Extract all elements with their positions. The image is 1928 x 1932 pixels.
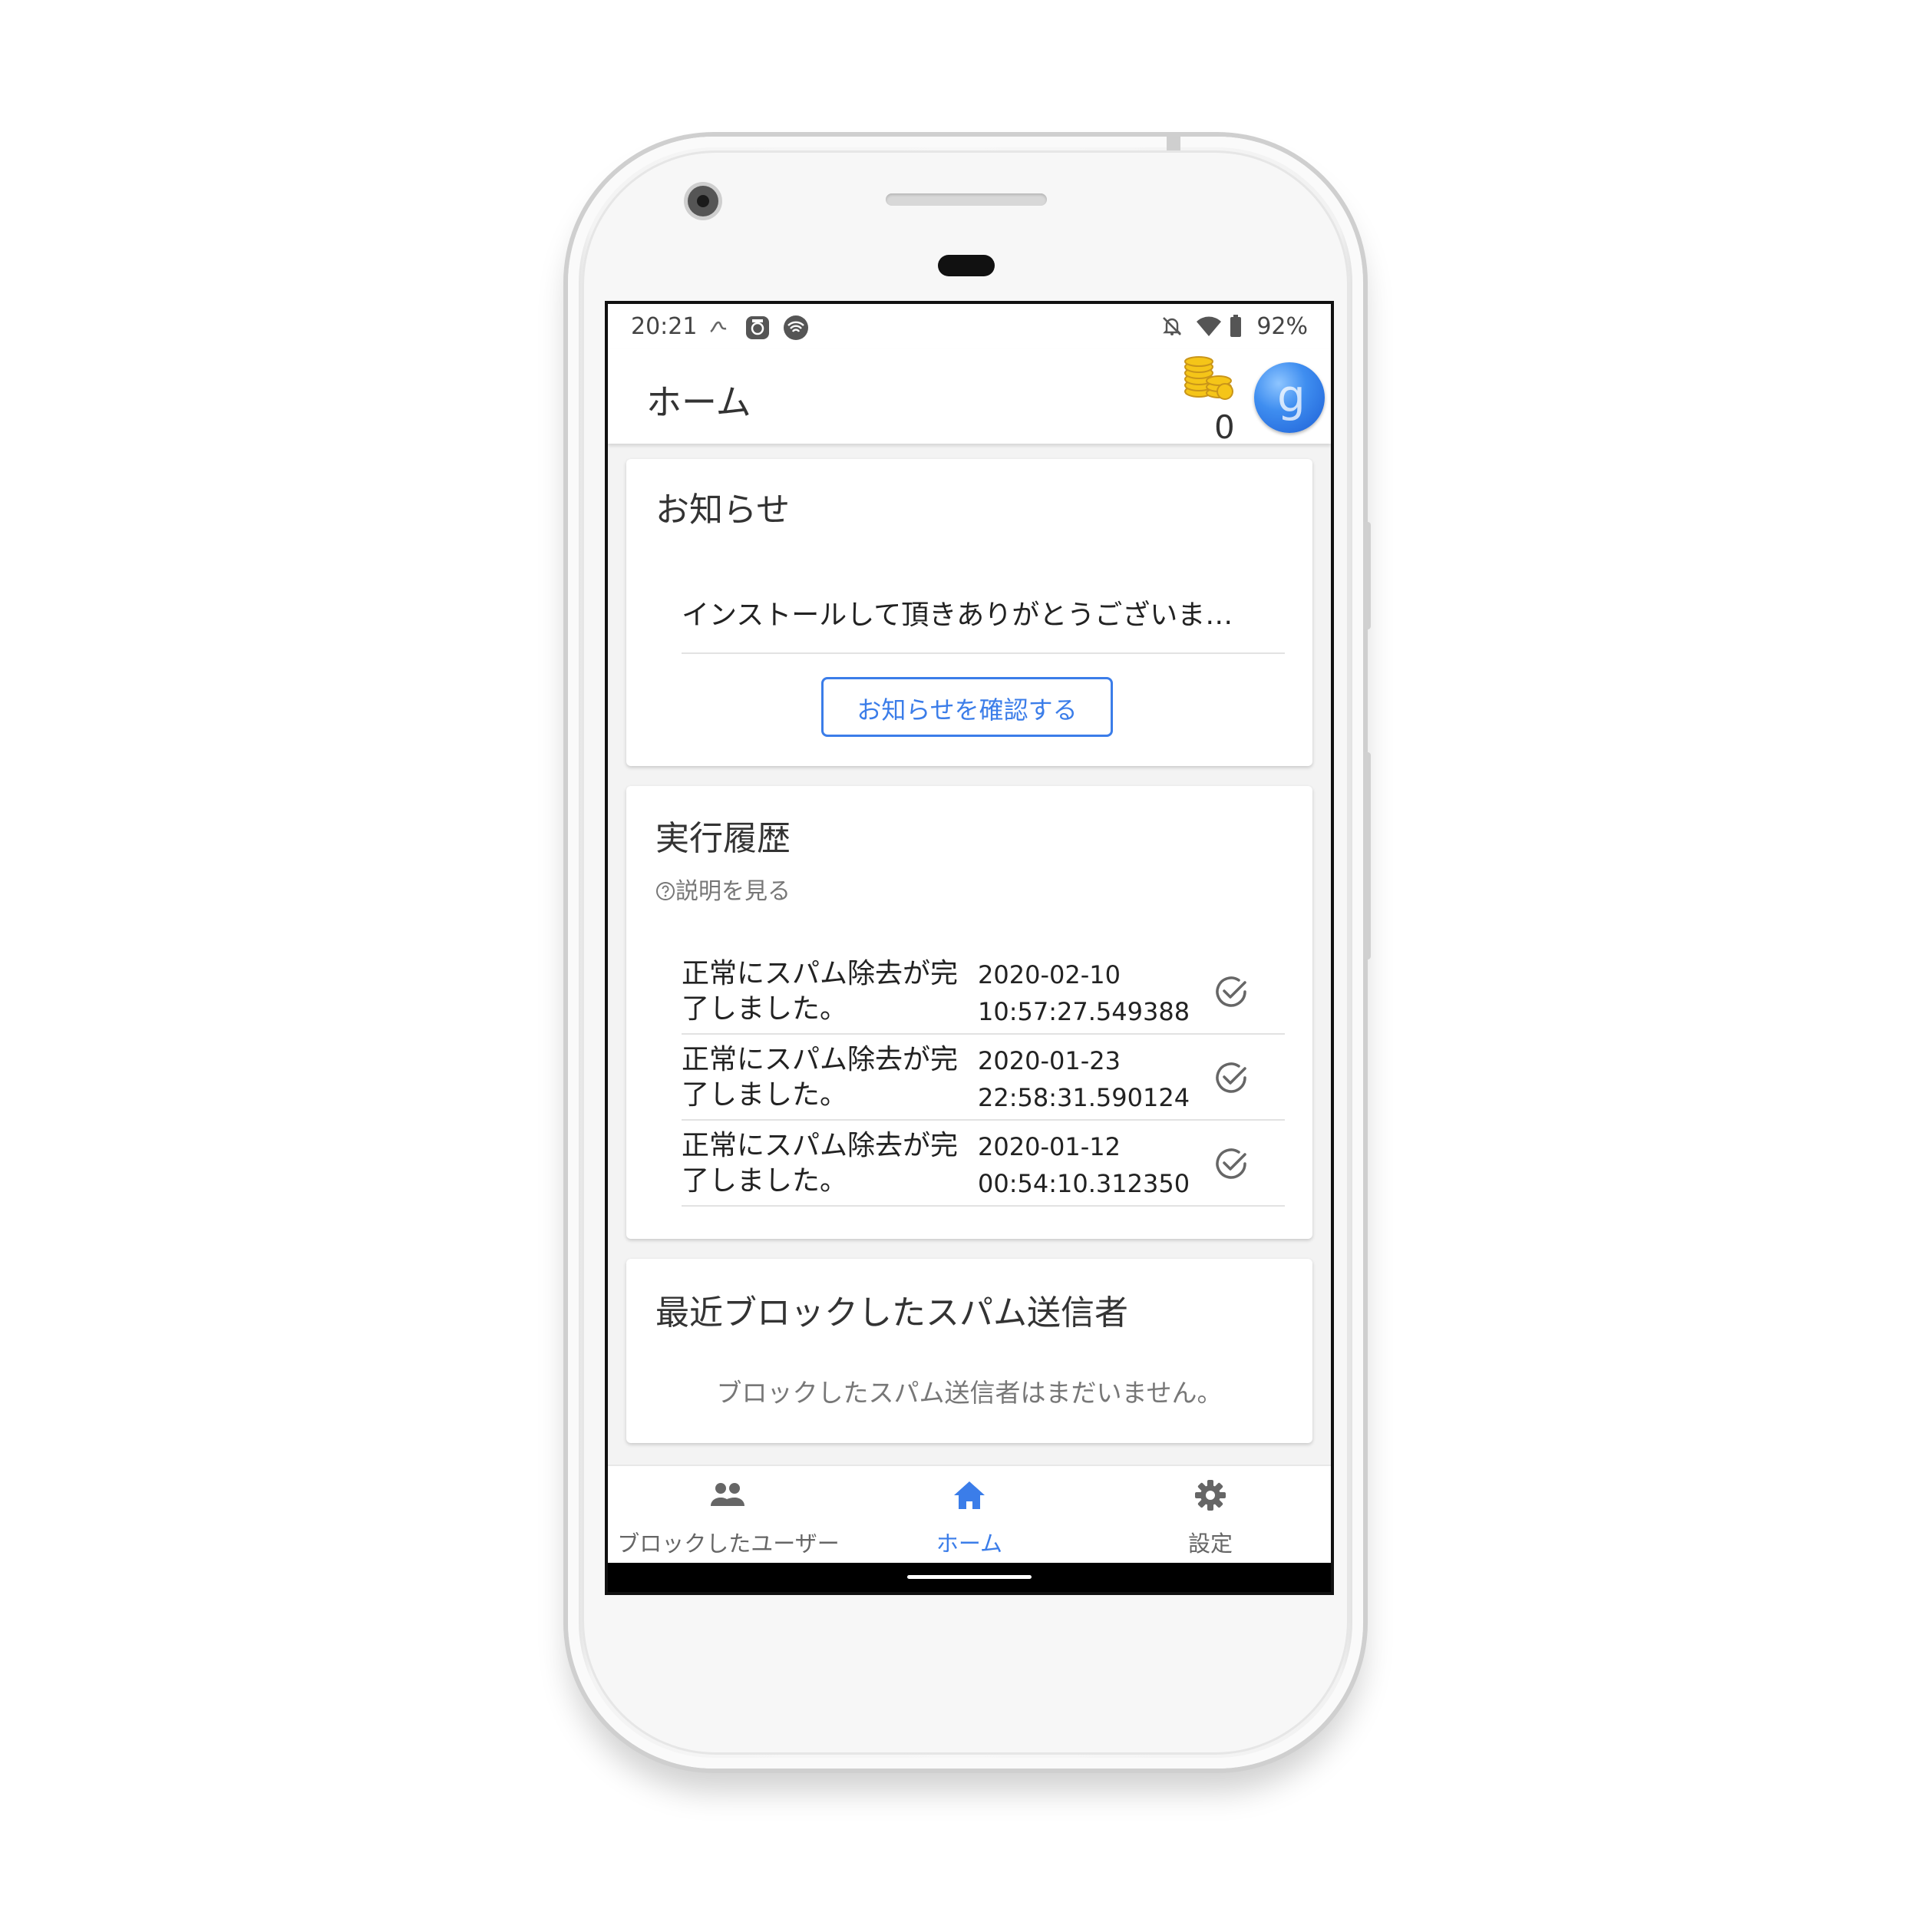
history-time: 10:57:27.549388 bbox=[978, 997, 1190, 1026]
battery-percentage: 92% bbox=[1256, 313, 1308, 340]
notice-card: お知らせ インストールして頂きありがとうございま… お知らせを確認する bbox=[626, 459, 1312, 766]
phone-screen: 20:21 92% ホーム 0 g お知らせ インストールして頂きありがとうござ… bbox=[605, 301, 1334, 1595]
proximity-sensor bbox=[938, 255, 995, 276]
help-link[interactable]: 説明を見る bbox=[655, 872, 791, 906]
history-row[interactable]: 正常にスパム除去が完了しました。 2020-01-12 00:54:10.3123… bbox=[682, 1121, 1285, 1205]
coin-count: 0 bbox=[1214, 408, 1235, 446]
battery-icon bbox=[1230, 315, 1242, 344]
home-gesture-handle[interactable] bbox=[907, 1575, 1032, 1579]
people-icon bbox=[711, 1483, 744, 1506]
history-card: 実行履歴 説明を見る 正常にスパム除去が完了しました。 2020-02-10 10… bbox=[626, 786, 1312, 1239]
history-date: 2020-01-12 bbox=[978, 1132, 1121, 1161]
history-message: 正常にスパム除去が完了しました。 bbox=[682, 958, 959, 1025]
blocked-senders-empty: ブロックしたスパム送信者はまだいません。 bbox=[716, 1378, 1223, 1408]
blocked-senders-card: 最近ブロックしたスパム送信者 ブロックしたスパム送信者はまだいません。 bbox=[626, 1259, 1312, 1443]
history-timestamp: 2020-02-10 10:57:27.549388 bbox=[978, 956, 1190, 1030]
wifi-signal-icon bbox=[1196, 315, 1222, 344]
divider bbox=[682, 1205, 1285, 1207]
app-bar: ホーム 0 bbox=[608, 348, 1331, 446]
camera-app-icon bbox=[744, 315, 771, 347]
home-content: お知らせ インストールして頂きありがとうございま… お知らせを確認する 実行履歴… bbox=[608, 444, 1331, 1457]
history-message: 正常にスパム除去が完了しました。 bbox=[682, 1130, 959, 1197]
check-circle-icon bbox=[1216, 1148, 1246, 1179]
power-button bbox=[1363, 522, 1371, 629]
history-time: 22:58:31.590124 bbox=[978, 1083, 1190, 1112]
gear-icon bbox=[1195, 1480, 1226, 1511]
bottom-navigation: ブロックしたユーザー ホーム 設定 bbox=[608, 1465, 1331, 1563]
history-row[interactable]: 正常にスパム除去が完了しました。 2020-02-10 10:57:27.5493… bbox=[682, 949, 1285, 1033]
view-notices-button[interactable]: お知らせを確認する bbox=[821, 677, 1113, 737]
system-gesture-bar bbox=[608, 1563, 1331, 1592]
volume-button bbox=[1363, 752, 1371, 959]
history-title: 実行履歴 bbox=[655, 819, 791, 858]
nav-label: ホーム bbox=[936, 1531, 1003, 1557]
blocked-senders-title: 最近ブロックしたスパム送信者 bbox=[655, 1293, 1128, 1333]
history-message: 正常にスパム除去が完了しました。 bbox=[682, 1044, 959, 1111]
home-icon bbox=[954, 1481, 985, 1509]
nav-blocked-users[interactable]: ブロックしたユーザー bbox=[608, 1466, 849, 1563]
notice-latest-item[interactable]: インストールして頂きありがとうございま… bbox=[682, 593, 1233, 632]
nav-label: 設定 bbox=[1187, 1531, 1233, 1557]
status-bar: 20:21 92% bbox=[608, 304, 1331, 348]
history-timestamp: 2020-01-12 00:54:10.312350 bbox=[978, 1128, 1190, 1202]
history-date: 2020-01-23 bbox=[978, 1046, 1121, 1075]
history-date: 2020-02-10 bbox=[978, 960, 1121, 989]
history-time: 00:54:10.312350 bbox=[978, 1169, 1190, 1198]
history-timestamp: 2020-01-23 22:58:31.590124 bbox=[978, 1042, 1190, 1116]
check-circle-icon bbox=[1216, 976, 1246, 1007]
nav-home[interactable]: ホーム bbox=[849, 1466, 1090, 1563]
status-time: 20:21 bbox=[631, 313, 698, 340]
nav-settings[interactable]: 設定 bbox=[1090, 1466, 1331, 1563]
help-link-label: 説明を見る bbox=[675, 878, 791, 905]
notification-icon bbox=[708, 315, 729, 342]
earpiece-speaker bbox=[886, 193, 1047, 206]
nav-label: ブロックしたユーザー bbox=[617, 1531, 840, 1557]
notice-title: お知らせ bbox=[655, 490, 791, 530]
coins-icon[interactable] bbox=[1182, 356, 1236, 404]
avatar[interactable] bbox=[1254, 362, 1325, 433]
divider bbox=[682, 652, 1285, 654]
help-icon bbox=[656, 882, 675, 900]
check-circle-icon bbox=[1216, 1062, 1246, 1093]
phone-top-button bbox=[1167, 135, 1180, 150]
front-camera bbox=[688, 186, 718, 216]
wifi-app-icon bbox=[783, 315, 809, 347]
page-title: ホーム bbox=[646, 381, 751, 423]
bell-off-icon bbox=[1160, 315, 1184, 344]
history-row[interactable]: 正常にスパム除去が完了しました。 2020-01-23 22:58:31.5901… bbox=[682, 1035, 1285, 1119]
